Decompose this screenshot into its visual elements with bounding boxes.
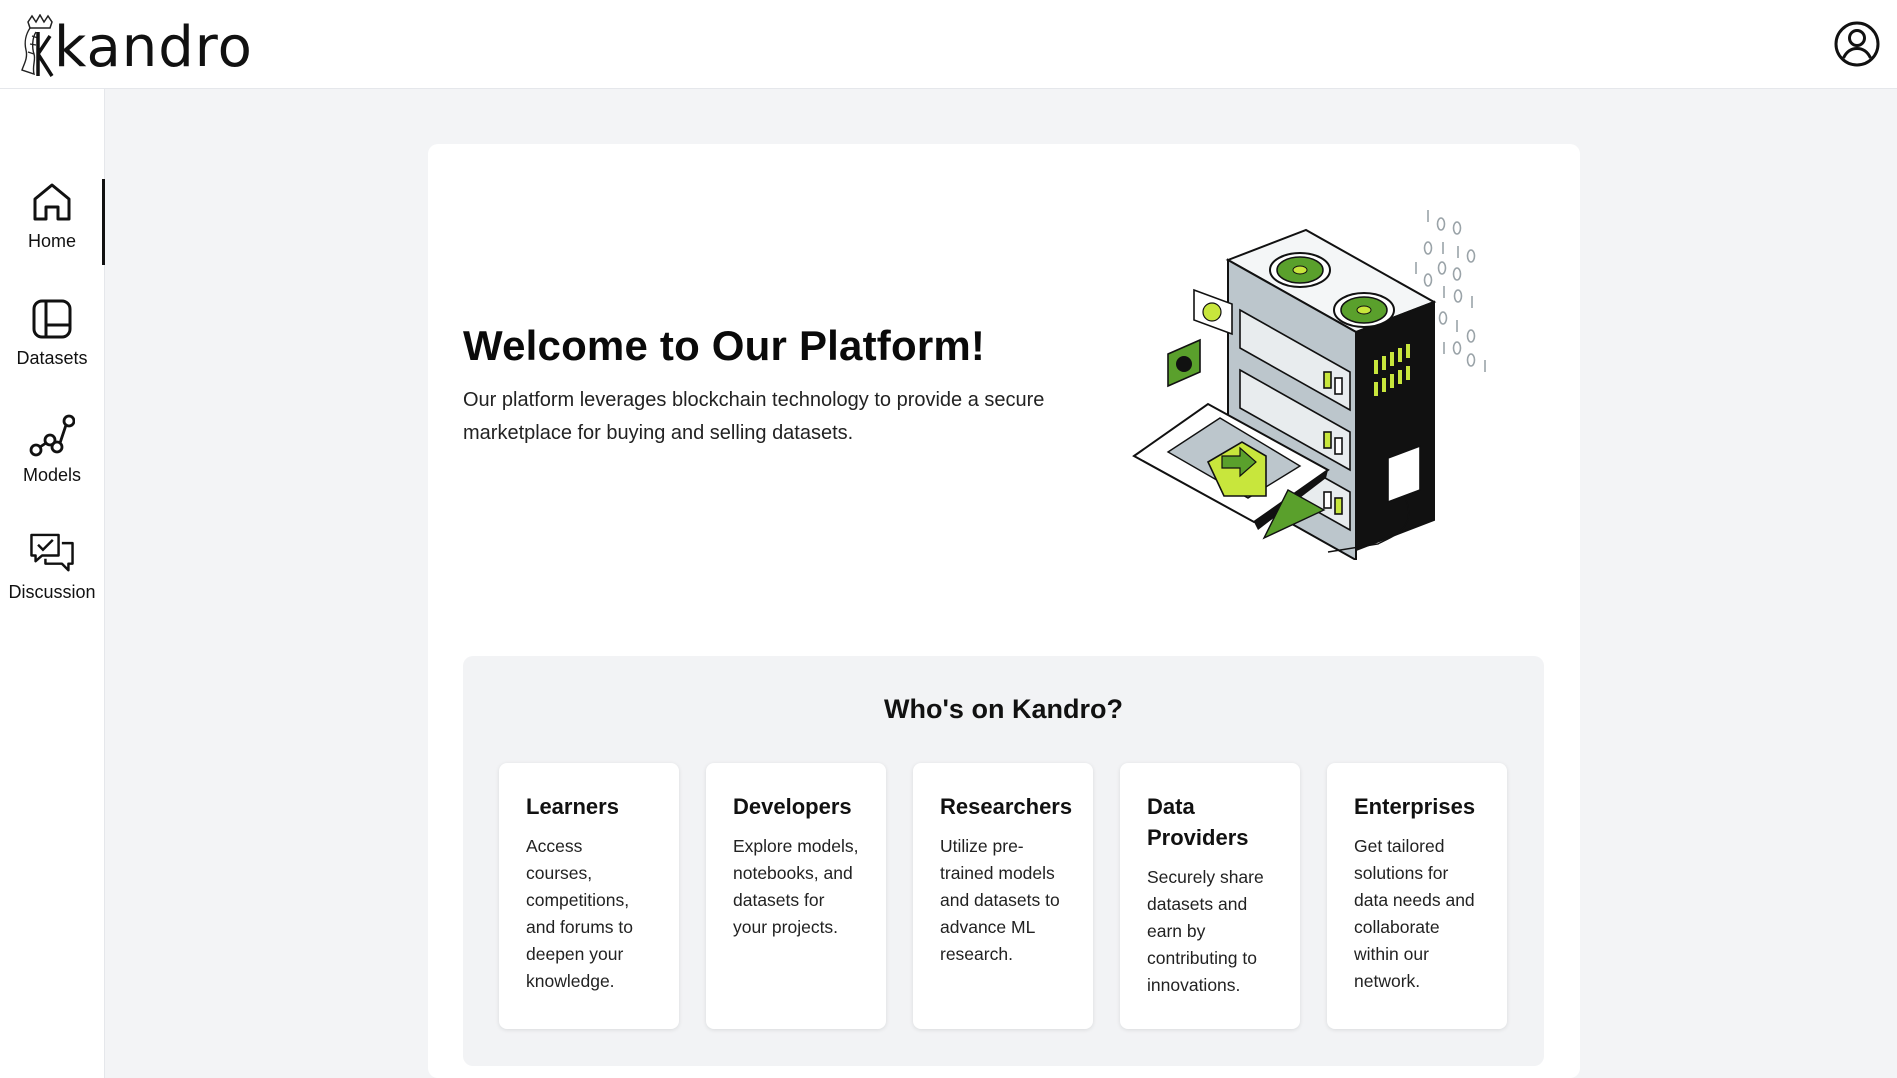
profile-button[interactable]: [1833, 20, 1881, 68]
server-illustration: [1132, 210, 1486, 560]
role-card-title: Learners: [526, 794, 619, 819]
role-card-title: Data Providers: [1147, 794, 1249, 850]
discussion-icon: [29, 530, 75, 576]
sidebar-item-label: Models: [22, 465, 82, 485]
role-card-title: Enterprises: [1354, 794, 1476, 819]
role-card-desc: Access courses, competitions, and forums…: [526, 836, 633, 991]
user-circle-icon: [1834, 21, 1880, 67]
role-card-title: Developers: [733, 794, 852, 819]
role-card-desc: Utilize pre-trained models and datasets …: [940, 836, 1060, 964]
sidebar-item-label: Datasets: [16, 348, 88, 368]
role-card-desc: Explore models, notebooks, and datasets …: [733, 836, 859, 937]
role-card-enterprises[interactable]: Enterprises Get tailored solutions for d…: [1327, 763, 1507, 1029]
sidebar-item-discussion[interactable]: Discussion: [0, 530, 104, 616]
role-card-title: Researchers: [940, 794, 1073, 819]
sidebar-item-home[interactable]: Home: [0, 179, 105, 265]
role-card-data-providers[interactable]: Data Providers Securely share datasets a…: [1120, 763, 1300, 1029]
sidebar: Home Datasets Models Discussion: [0, 89, 105, 1078]
sidebar-item-label: Home: [27, 231, 76, 251]
hero-text: Our platform leverages blockchain techno…: [463, 389, 1045, 444]
role-card-developers[interactable]: Developers Explore models, notebooks, an…: [706, 763, 886, 1029]
home-icon: [29, 179, 75, 225]
models-icon: [29, 413, 75, 459]
whos-title: Who's on Kandro?: [884, 694, 1123, 724]
role-card-researchers[interactable]: Researchers Utilize pre-trained models a…: [913, 763, 1093, 1029]
top-bar: kandro: [0, 0, 1897, 89]
role-card-learners[interactable]: Learners Access courses, competitions, a…: [499, 763, 679, 1029]
sidebar-item-datasets[interactable]: Datasets: [0, 296, 104, 382]
sidebar-item-models[interactable]: Models: [0, 413, 104, 499]
role-card-desc: Get tailored solutions for data needs an…: [1354, 836, 1475, 991]
whos-on-kandro-panel: Who's on Kandro? Learners Access courses…: [463, 656, 1544, 1066]
logo[interactable]: kandro: [18, 8, 253, 80]
datasets-icon: [29, 296, 75, 342]
role-card-desc: Securely share datasets and earn by cont…: [1147, 867, 1264, 995]
sidebar-item-label: Discussion: [8, 582, 96, 602]
main-card: Welcome to Our Platform! Our platform le…: [428, 144, 1580, 1078]
logo-text: kandro: [54, 15, 253, 80]
hero-title: Welcome to Our Platform!: [463, 322, 986, 369]
